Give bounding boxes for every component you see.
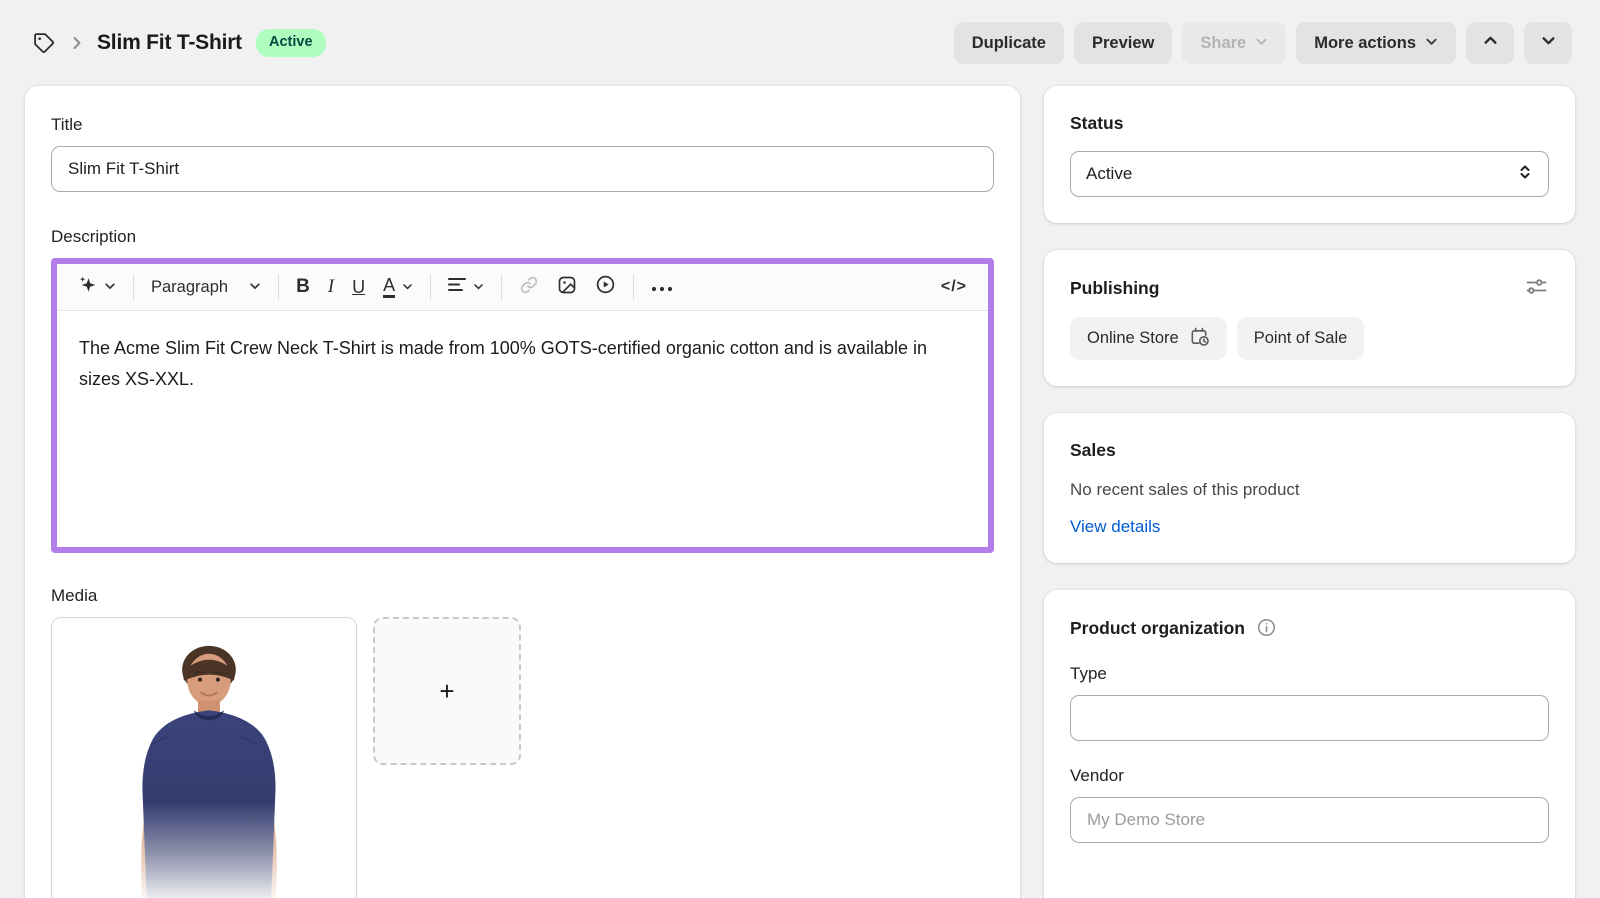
product-image-thumbnail[interactable] [51,617,357,898]
show-html-button[interactable]: </> [932,272,976,302]
product-tag-icon[interactable] [30,29,57,56]
italic-button[interactable]: I [319,270,343,304]
chevron-down-icon [249,278,261,297]
description-textarea[interactable]: The Acme Slim Fit Crew Neck T-Shirt is m… [57,311,988,547]
product-photo [52,618,356,898]
vendor-label: Vendor [1070,765,1549,787]
calendar-clock-icon [1189,326,1210,352]
chevron-down-icon [1541,33,1556,53]
sales-channels: Online Store Point of Sale [1070,317,1549,360]
publishing-heading: Publishing [1070,277,1159,299]
left-column: Title Description [25,86,1020,898]
title-input[interactable] [51,146,994,192]
insert-video-button[interactable] [586,268,625,306]
sales-heading: Sales [1070,439,1549,461]
type-label: Type [1070,663,1549,685]
description-editor: Paragraph B I U A [51,258,994,553]
toolbar-divider [430,274,431,300]
product-organization-heading: Product organization [1070,617,1245,639]
status-heading: Status [1070,112,1549,134]
product-details-card: Title Description [25,86,1020,898]
breadcrumb: Slim Fit T-Shirt Active [30,29,326,56]
view-details-link[interactable]: View details [1070,517,1160,537]
insert-image-button[interactable] [548,269,586,306]
sales-card: Sales No recent sales of this product Vi… [1044,413,1575,563]
duplicate-button[interactable]: Duplicate [954,22,1064,64]
sidebar: Status Active Publishing [1044,86,1575,898]
bold-button[interactable]: B [287,270,319,304]
main-layout: Title Description [0,86,1600,898]
sales-message: No recent sales of this product [1070,480,1549,500]
sliders-icon [1526,278,1547,298]
more-actions-button[interactable]: More actions [1296,22,1456,64]
align-left-icon [448,277,466,297]
ellipsis-icon [651,278,673,297]
chevron-down-icon [1255,34,1268,53]
toolbar-divider [133,274,134,300]
title-label: Title [51,114,994,136]
share-button[interactable]: Share [1182,22,1286,64]
toolbar-divider [501,274,502,300]
product-detail-page: { "header": { "title": "Slim Fit T-Shirt… [0,0,1600,898]
select-updown-icon [1517,163,1533,186]
insert-link-button[interactable] [510,269,548,306]
alignment-dropdown[interactable] [439,271,493,303]
add-media-button[interactable]: + [373,617,521,765]
chevron-up-icon [1483,33,1498,53]
plus-icon: + [439,676,454,707]
manage-sales-channels-button[interactable] [1524,276,1549,300]
rich-text-toolbar: Paragraph B I U A [57,264,988,311]
channel-online-store[interactable]: Online Store [1070,317,1227,360]
toolbar-divider [633,274,634,300]
preview-button[interactable]: Preview [1074,22,1172,64]
breadcrumb-chevron-icon [71,36,83,50]
text-style-dropdown[interactable]: Paragraph [142,272,270,303]
channel-point-of-sale[interactable]: Point of Sale [1237,317,1365,360]
header-actions: Duplicate Preview Share More actions [954,22,1572,64]
description-text: The Acme Slim Fit Crew Neck T-Shirt is m… [79,333,959,395]
chevron-down-icon [473,278,484,297]
chevron-down-icon [402,278,413,297]
play-circle-icon [595,274,616,300]
next-product-button[interactable] [1524,22,1572,64]
image-icon [557,275,577,300]
more-formatting-button[interactable] [642,272,682,303]
page-title: Slim Fit T-Shirt [97,31,242,55]
type-input[interactable] [1070,695,1549,741]
info-icon[interactable] [1255,616,1278,639]
text-color-button[interactable]: A [374,270,422,304]
link-icon [519,275,539,300]
status-select[interactable]: Active [1070,151,1549,197]
media-label: Media [51,585,994,607]
top-bar: Slim Fit T-Shirt Active Duplicate Previe… [0,0,1600,86]
underline-button[interactable]: U [343,271,374,304]
product-organization-card: Product organization Type Vendor [1044,590,1575,898]
sparkle-icon [78,275,97,299]
status-badge: Active [256,29,326,56]
previous-product-button[interactable] [1466,22,1514,64]
description-label: Description [51,226,994,248]
status-select-value: Active [1086,164,1132,184]
publishing-card: Publishing Online Store [1044,250,1575,386]
media-section: + [51,617,994,898]
toolbar-divider [278,274,279,300]
status-card: Status Active [1044,86,1575,223]
vendor-input[interactable] [1070,797,1549,843]
chevron-down-icon [1425,34,1438,53]
chevron-down-icon [104,278,116,297]
code-icon: </> [941,278,967,296]
ai-magic-button[interactable] [69,269,125,305]
